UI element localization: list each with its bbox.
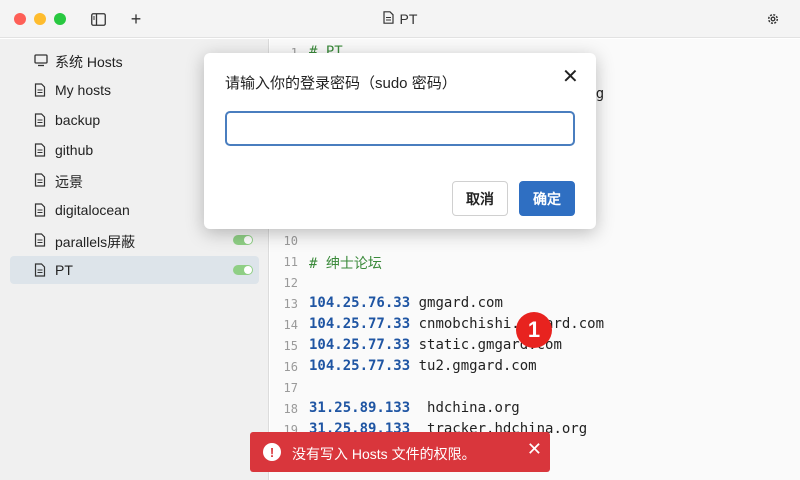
cancel-button[interactable]: 取消 xyxy=(452,181,508,216)
step-badge: 1 xyxy=(516,312,552,348)
dialog-title: 请输入你的登录密码（sudo 密码） xyxy=(225,75,457,92)
code-line: 12 xyxy=(270,273,800,294)
password-dialog: 请输入你的登录密码（sudo 密码） ✕ 取消 确定 xyxy=(204,53,596,229)
code-text: 104.25.77.33 cnmobchishi.gmgard.com xyxy=(309,316,604,332)
code-line: 18 31.25.89.133 hdchina.org xyxy=(270,399,800,420)
sidebar-item-label: PT xyxy=(55,262,73,278)
line-number: 17 xyxy=(283,381,298,395)
hostname-text: tu2.gmgard.com xyxy=(410,358,537,374)
sidebar-item-label: My hosts xyxy=(55,82,112,98)
error-toast: ! 没有写入 Hosts 文件的权限。 ✕ xyxy=(250,432,550,472)
code-text: 104.25.77.33 tu2.gmgard.com xyxy=(309,358,537,374)
close-icon[interactable]: ✕ xyxy=(562,67,579,87)
sidebar-item-label: digitalocean xyxy=(55,202,130,218)
toast-message: 没有写入 Hosts 文件的权限。 xyxy=(292,446,476,462)
document-icon xyxy=(34,173,48,187)
line-number: 11 xyxy=(283,255,298,269)
ip-address: 104.25.77.33 xyxy=(309,316,411,332)
sidebar-item-label: backup xyxy=(55,112,101,128)
hostname-text: cnmobchishi.gmgard.com xyxy=(410,316,605,332)
line-number: 18 xyxy=(283,402,298,416)
line-number: 14 xyxy=(283,318,298,332)
window-title-text: PT xyxy=(399,11,418,27)
sidebar-item-label: 远景 xyxy=(55,174,83,190)
document-icon xyxy=(34,233,48,247)
code-text: 31.25.89.133 hdchina.org xyxy=(309,400,520,416)
confirm-button[interactable]: 确定 xyxy=(519,181,575,216)
document-icon xyxy=(34,203,48,217)
document-icon xyxy=(382,11,394,27)
error-icon: ! xyxy=(263,443,281,461)
hostname-text: gmgard.com xyxy=(410,295,503,311)
code-line: 17 xyxy=(270,378,800,399)
code-line: 16 104.25.77.33 tu2.gmgard.com xyxy=(270,357,800,378)
enable-toggle[interactable] xyxy=(233,235,253,245)
sidebar-item[interactable]: PT xyxy=(10,256,259,284)
hostname-text: hdchina.org xyxy=(410,400,520,416)
line-number: 16 xyxy=(283,360,298,374)
sidebar-item-label: github xyxy=(55,142,94,158)
gear-icon[interactable] xyxy=(764,10,782,28)
code-line: 10 xyxy=(270,231,800,252)
enable-toggle[interactable] xyxy=(233,265,253,275)
line-number: 12 xyxy=(283,276,298,290)
ip-address: 31.25.89.133 xyxy=(309,400,411,416)
title-bar: + PT xyxy=(0,0,800,38)
line-number: 15 xyxy=(283,339,298,353)
document-icon xyxy=(34,143,48,157)
sidebar-item[interactable]: parallels屏蔽 xyxy=(10,226,259,254)
sidebar-item-label: 系统 Hosts xyxy=(55,54,123,70)
document-icon xyxy=(34,83,48,97)
ip-address: 104.25.77.33 xyxy=(309,337,411,353)
code-text: # 绅士论坛 xyxy=(309,253,382,273)
document-icon xyxy=(34,263,48,277)
code-line: 11 # 绅士论坛 xyxy=(270,252,800,273)
comment-text: # 绅士论坛 xyxy=(309,256,382,272)
ip-address: 104.25.76.33 xyxy=(309,295,411,311)
document-icon xyxy=(34,113,48,127)
ip-address: 104.25.77.33 xyxy=(309,358,411,374)
line-number: 10 xyxy=(283,234,298,248)
password-input[interactable] xyxy=(225,111,575,146)
code-text: 104.25.76.33 gmgard.com xyxy=(309,295,503,311)
toast-close-icon[interactable]: ✕ xyxy=(527,439,542,460)
sidebar-item-label: parallels屏蔽 xyxy=(55,234,136,250)
line-number: 13 xyxy=(283,297,298,311)
window-title: PT xyxy=(0,11,800,27)
monitor-icon xyxy=(34,53,48,67)
